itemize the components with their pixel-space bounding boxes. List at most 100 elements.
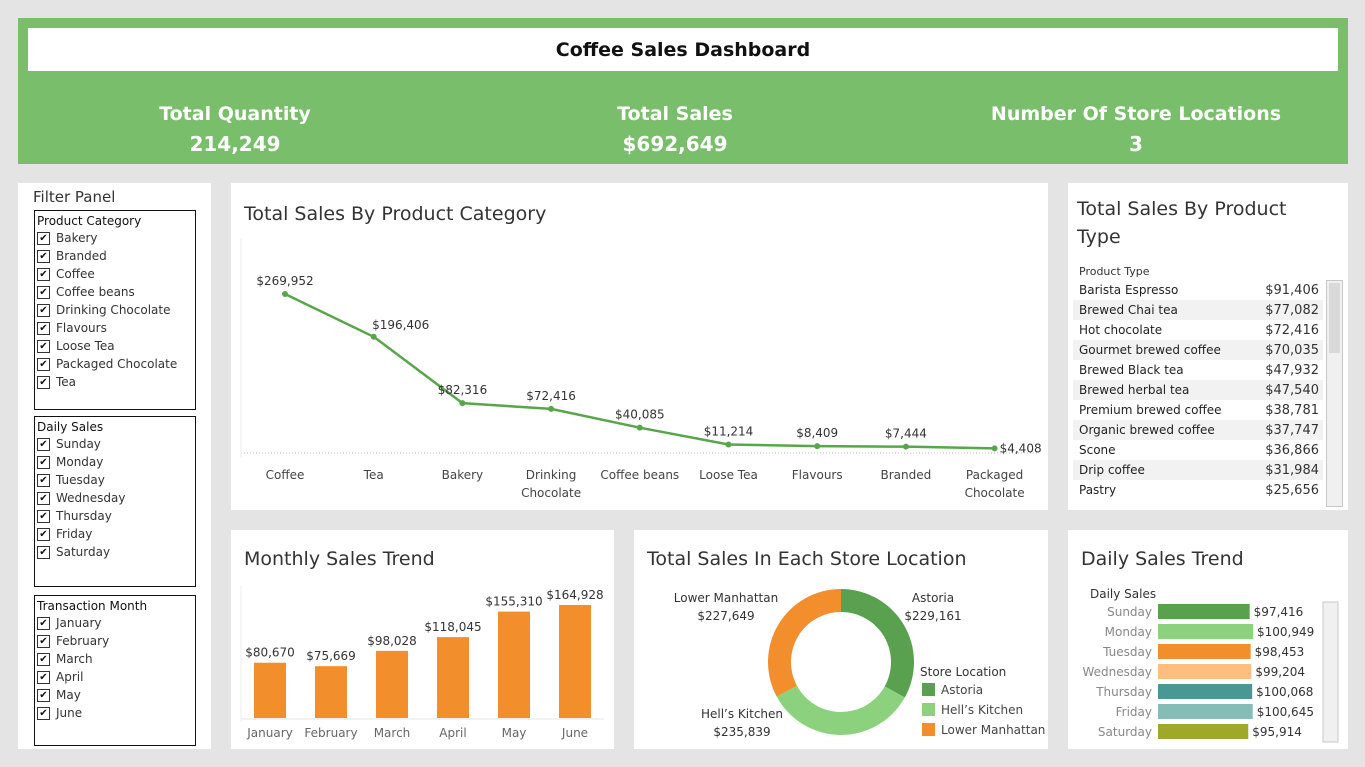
checkbox-checked-icon[interactable]: ✔ — [37, 303, 50, 317]
data-label: $100,068 — [1256, 685, 1313, 699]
filter-item-label: Saturday — [56, 545, 111, 559]
data-label: $100,645 — [1257, 705, 1314, 719]
bar — [498, 611, 530, 718]
table-row[interactable]: Hot chocolate $72,416 — [1073, 320, 1323, 340]
checkbox-checked-icon[interactable]: ✔ — [37, 357, 50, 371]
filter-item-bakery[interactable]: ✔ Bakery — [35, 229, 195, 247]
data-point — [548, 405, 555, 412]
filter-item-june[interactable]: ✔ June — [35, 704, 195, 722]
checkbox-checked-icon[interactable]: ✔ — [37, 249, 50, 263]
product-type-scrollbar[interactable] — [1326, 280, 1343, 507]
filter-item-march[interactable]: ✔ March — [35, 650, 195, 668]
checkbox-checked-icon[interactable]: ✔ — [37, 670, 50, 684]
data-label: $118,045 — [424, 620, 481, 634]
bar — [1158, 704, 1253, 719]
slice-name-label: Astoria — [912, 591, 954, 605]
checkbox-checked-icon[interactable]: ✔ — [37, 473, 50, 487]
filter-group-title: Transaction Month — [37, 599, 148, 613]
checkbox-checked-icon[interactable]: ✔ — [37, 688, 50, 702]
checkbox-checked-icon[interactable]: ✔ — [37, 339, 50, 353]
legend-label: Hell’s Kitchen — [941, 703, 1023, 717]
x-tick-label: Loose Tea — [699, 468, 758, 482]
checkbox-checked-icon[interactable]: ✔ — [37, 616, 50, 630]
checkbox-checked-icon[interactable]: ✔ — [37, 267, 50, 281]
filter-item-label: Coffee beans — [56, 285, 135, 299]
filter-item-monday[interactable]: ✔ Monday — [35, 453, 195, 471]
filter-item-coffee[interactable]: ✔ Coffee — [35, 265, 195, 283]
table-row[interactable]: Drip coffee $31,984 — [1073, 460, 1323, 480]
x-tick-label: Tea — [363, 468, 384, 482]
checkbox-checked-icon[interactable]: ✔ — [37, 545, 50, 559]
table-row[interactable]: Premium brewed coffee $38,781 — [1073, 400, 1323, 420]
table-row[interactable]: Pastry $25,656 — [1073, 480, 1323, 500]
product-type-value: $37,747 — [1265, 422, 1319, 438]
table-row[interactable]: Brewed herbal tea $47,540 — [1073, 380, 1323, 400]
filter-item-thursday[interactable]: ✔ Thursday — [35, 507, 195, 525]
filter-item-sunday[interactable]: ✔ Sunday — [35, 435, 195, 453]
product-type-value: $70,035 — [1265, 342, 1319, 358]
checkbox-checked-icon[interactable]: ✔ — [37, 285, 50, 299]
checkbox-checked-icon[interactable]: ✔ — [37, 706, 50, 720]
checkbox-checked-icon[interactable]: ✔ — [37, 652, 50, 666]
legend-swatch — [922, 683, 935, 696]
y-tick-label: Monday — [1105, 625, 1152, 639]
filter-item-february[interactable]: ✔ February — [35, 632, 195, 650]
filter-item-friday[interactable]: ✔ Friday — [35, 525, 195, 543]
data-point — [725, 441, 732, 448]
filter-item-tea[interactable]: ✔ Tea — [35, 373, 195, 391]
checkbox-checked-icon[interactable]: ✔ — [37, 231, 50, 245]
checkbox-checked-icon[interactable]: ✔ — [37, 491, 50, 505]
filter-item-may[interactable]: ✔ May — [35, 686, 195, 704]
donut-slice-hell-s-kitchen — [776, 685, 905, 735]
filter-item-label: Loose Tea — [56, 339, 115, 353]
filter-item-tuesday[interactable]: ✔ Tuesday — [35, 471, 195, 489]
checkbox-checked-icon[interactable]: ✔ — [37, 437, 50, 451]
bar — [1158, 604, 1250, 619]
filter-item-wednesday[interactable]: ✔ Wednesday — [35, 489, 195, 507]
checkbox-checked-icon[interactable]: ✔ — [37, 634, 50, 648]
slice-name-label: Lower Manhattan — [674, 591, 778, 605]
checkbox-checked-icon[interactable]: ✔ — [37, 509, 50, 523]
filter-item-drinking-chocolate[interactable]: ✔ Drinking Chocolate — [35, 301, 195, 319]
filter-item-label: Monday — [56, 455, 104, 469]
filter-item-label: Tuesday — [56, 473, 105, 487]
store-donut-chart: Astoria $229,161 Hell’s Kitchen $235,839 Low… — [674, 589, 1045, 739]
checkbox-checked-icon[interactable]: ✔ — [37, 321, 50, 335]
y-tick-label: Saturday — [1098, 725, 1152, 739]
product-type-column-header: Product Type — [1079, 265, 1150, 278]
filter-item-april[interactable]: ✔ April — [35, 668, 195, 686]
filter-item-label: Packaged Chocolate — [56, 357, 178, 371]
table-row[interactable]: Organic brewed coffee $37,747 — [1073, 420, 1323, 440]
filter-item-saturday[interactable]: ✔ Saturday — [35, 543, 195, 561]
filter-item-loose-tea[interactable]: ✔ Loose Tea — [35, 337, 195, 355]
legend-label: Astoria — [941, 683, 983, 697]
filter-item-packaged-chocolate[interactable]: ✔ Packaged Chocolate — [35, 355, 195, 373]
table-row[interactable]: Barista Espresso $91,406 — [1073, 280, 1323, 300]
product-type-value: $31,984 — [1265, 462, 1319, 478]
filter-item-coffee-beans[interactable]: ✔ Coffee beans — [35, 283, 195, 301]
table-row[interactable]: Brewed Black tea $47,932 — [1073, 360, 1323, 380]
filter-item-january[interactable]: ✔ January — [35, 614, 195, 632]
data-label: $40,085 — [615, 408, 665, 422]
data-label: $100,949 — [1257, 625, 1314, 639]
checkbox-checked-icon[interactable]: ✔ — [37, 455, 50, 469]
category-chart-panel: Total Sales By Product Category $269,952… — [231, 183, 1048, 510]
dashboard-title: Coffee Sales Dashboard — [555, 38, 811, 61]
table-row[interactable]: Brewed Chai tea $77,082 — [1073, 300, 1323, 320]
table-row[interactable]: Scone $36,866 — [1073, 440, 1323, 460]
filter-group-daily-sales: Daily Sales ✔ Sunday ✔ Monday ✔ Tuesday ✔ Wedne… — [34, 416, 196, 587]
table-row[interactable]: Gourmet brewed coffee $70,035 — [1073, 340, 1323, 360]
kpi-value: 214,249 — [189, 132, 281, 156]
kpi-value: 3 — [1129, 132, 1143, 156]
checkbox-checked-icon[interactable]: ✔ — [37, 527, 50, 541]
scrollbar-thumb[interactable] — [1329, 283, 1340, 353]
filter-item-flavours[interactable]: ✔ Flavours — [35, 319, 195, 337]
x-tick-label: January — [246, 726, 293, 740]
monthly-bar-chart: $80,670 January $75,669 February $98,028 Marc… — [240, 585, 604, 740]
data-point — [814, 443, 821, 450]
product-type-value: $77,082 — [1265, 302, 1319, 318]
legend-label: Lower Manhattan — [941, 723, 1045, 737]
data-label: $11,214 — [704, 424, 754, 438]
filter-item-branded[interactable]: ✔ Branded — [35, 247, 195, 265]
checkbox-checked-icon[interactable]: ✔ — [37, 375, 50, 389]
